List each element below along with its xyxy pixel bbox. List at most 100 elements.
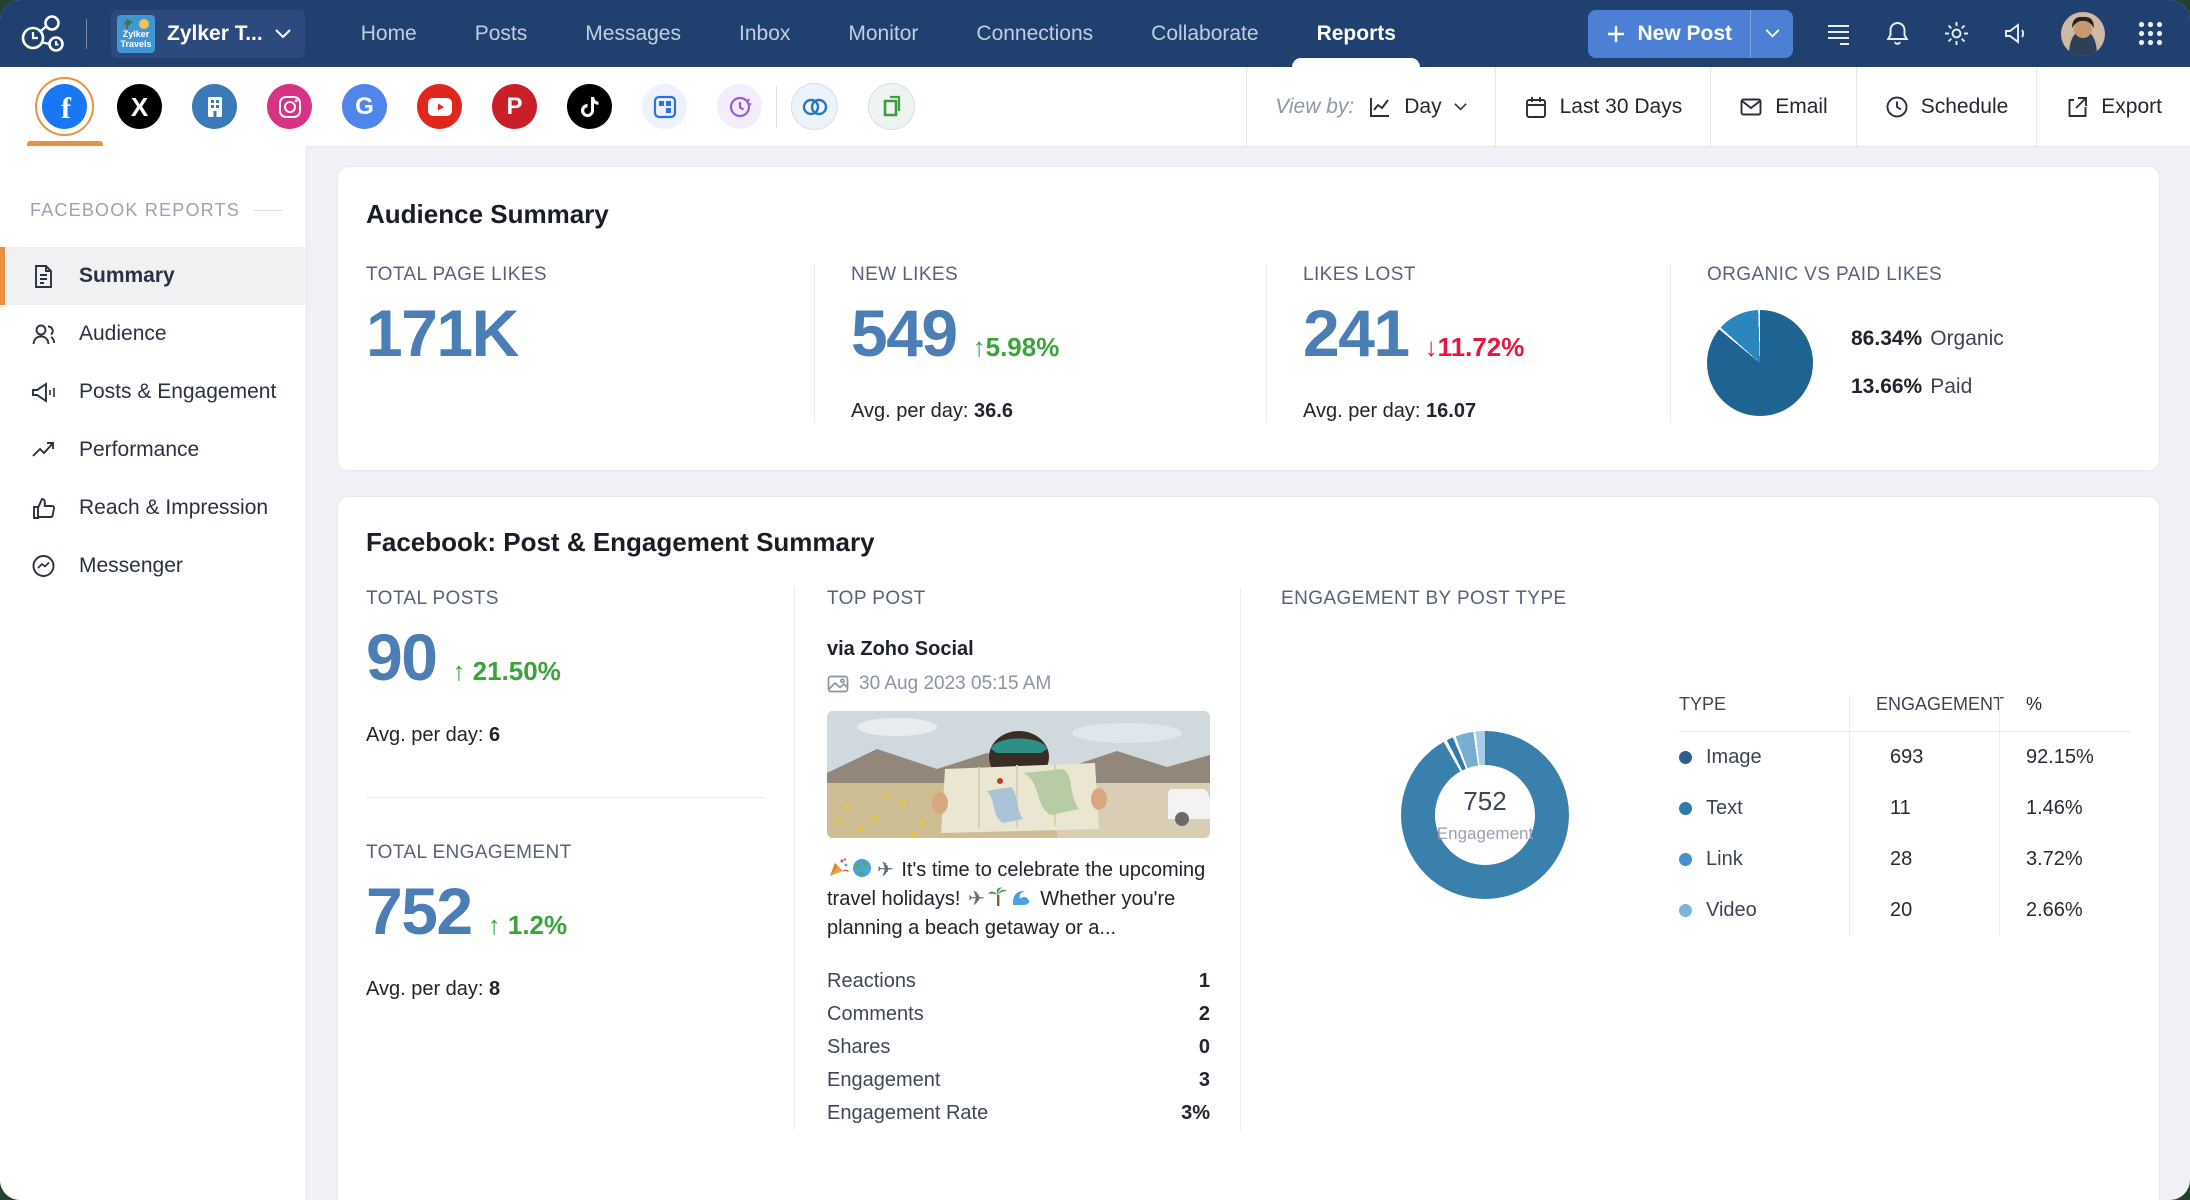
nav-item-monitor[interactable]: Monitor [848, 0, 918, 67]
nav-item-reports[interactable]: Reports [1317, 0, 1396, 67]
sidebar-item-label: Performance [79, 438, 199, 462]
channel-x-twitter-icon[interactable]: X [117, 84, 162, 129]
card-title: Audience Summary [366, 199, 2131, 230]
avg-value: 16.07 [1426, 400, 1476, 422]
sidebar-item-summary[interactable]: Summary [0, 247, 306, 305]
export-button[interactable]: Export [2036, 67, 2190, 146]
metric-average: Avg. per day: 6 [366, 724, 764, 747]
metric-label: TOTAL PAGE LIKES [366, 264, 814, 286]
channel-youtube-icon[interactable] [417, 84, 462, 129]
channel-google-business-icon[interactable]: G [342, 84, 387, 129]
settings-gear-icon[interactable] [1943, 20, 1970, 47]
nav-item-collaborate[interactable]: Collaborate [1151, 0, 1258, 67]
new-post-label: New Post [1637, 22, 1732, 46]
audience-metrics-row: TOTAL PAGE LIKES 171K NEW LIKES 549 ↑5.9… [366, 264, 2131, 423]
channel-facebook-icon[interactable]: f [42, 84, 87, 129]
nav-item-messages[interactable]: Messages [585, 0, 681, 67]
legend-organic: 86.34%Organic [1851, 327, 2004, 351]
zoho-desk-icon[interactable] [868, 83, 915, 130]
new-post-dropdown-button[interactable] [1750, 10, 1793, 58]
col-header-pct: % [1999, 694, 2131, 732]
metric-delta-value: 21.50% [473, 656, 561, 686]
top-post-column: TOP POST via Zoho Social 30 Aug 2023 05:… [794, 588, 1240, 1130]
metric-delta-up: ↑ 21.50% [452, 656, 560, 687]
chevron-down-icon [1454, 103, 1467, 111]
nav-item-posts[interactable]: Posts [475, 0, 528, 67]
feed-list-icon[interactable] [1825, 20, 1852, 47]
zoho-crm-icon[interactable] [791, 83, 838, 130]
top-post-date-row: 30 Aug 2023 05:15 AM [827, 673, 1210, 695]
metric-new-likes: NEW LIKES 549 ↑5.98% Avg. per day: 36.6 [814, 264, 1266, 423]
brand-selector[interactable]: ZylkerTravels Zylker T... [111, 10, 305, 58]
organic-label: Organic [1930, 327, 2004, 350]
metric-delta-up: ↑ 1.2% [488, 910, 568, 941]
zoho-social-logo-icon[interactable] [20, 14, 66, 54]
brand-logo: ZylkerTravels [117, 15, 155, 53]
metric-total-engagement: TOTAL ENGAGEMENT 752 ↑ 1.2% Avg. per day… [366, 842, 764, 1001]
report-content: Audience Summary TOTAL PAGE LIKES 171K N… [306, 146, 2190, 1200]
report-controls: View by: Day Last 30 Days Email Schedule… [1246, 67, 2190, 146]
announcement-megaphone-icon[interactable] [2002, 20, 2029, 47]
top-post-label: TOP POST [827, 588, 1210, 610]
chevron-down-icon [1765, 29, 1780, 38]
totals-divider [366, 797, 764, 798]
metric-delta-value: 1.2% [508, 910, 567, 940]
stat-value: 2 [1199, 1003, 1210, 1026]
brand-name: Zylker T... [167, 22, 263, 46]
primary-nav: Home Posts Messages Inbox Monitor Connec… [361, 0, 1396, 67]
apps-grid-icon[interactable] [2137, 20, 2164, 47]
sidebar-section-label: FACEBOOK REPORTS [30, 200, 240, 221]
schedule-button[interactable]: Schedule [1856, 67, 2037, 146]
audience-summary-card: Audience Summary TOTAL PAGE LIKES 171K N… [337, 166, 2160, 471]
stat-value: 0 [1199, 1036, 1210, 1059]
sidebar-item-posts-engagement[interactable]: Posts & Engagement [0, 363, 306, 421]
row-image-pct: 92.15% [1999, 732, 2131, 783]
channel-instagram-icon[interactable] [267, 84, 312, 129]
sidebar-item-messenger[interactable]: Messenger [0, 537, 306, 595]
paid-pct: 13.66% [1851, 375, 1922, 398]
channel-linkedin-page-icon[interactable] [192, 84, 237, 129]
channel-pinterest-icon[interactable]: P [492, 84, 537, 129]
channel-app-grid-icon[interactable] [642, 84, 687, 129]
stat-label: Comments [827, 1003, 924, 1026]
metric-delta-value: 5.98% [986, 332, 1060, 362]
user-avatar[interactable] [2061, 12, 2105, 56]
stat-value: 3 [1199, 1069, 1210, 1092]
chevron-down-icon [275, 29, 291, 39]
top-post-stats: Reactions1 Comments2 Shares0 Engagement3… [827, 965, 1210, 1130]
arrow-up-icon: ↑ [973, 332, 986, 362]
notifications-bell-icon[interactable] [1884, 20, 1911, 47]
metric-total-page-likes: TOTAL PAGE LIKES 171K [366, 264, 814, 423]
envelope-icon [1739, 95, 1763, 119]
metric-value: 171K [366, 300, 518, 366]
email-button[interactable]: Email [1710, 67, 1856, 146]
donut-total: 752 [1463, 786, 1506, 817]
new-post-button[interactable]: New Post [1588, 10, 1750, 58]
view-by-control[interactable]: View by: Day [1246, 67, 1494, 146]
channel-timer-icon[interactable] [717, 84, 762, 129]
metric-average: Avg. per day: 36.6 [851, 400, 1266, 423]
sidebar-item-label: Messenger [79, 554, 183, 578]
top-post-via: via Zoho Social [827, 638, 1210, 661]
date-range-label: Last 30 Days [1560, 95, 1683, 119]
sidebar-item-label: Summary [79, 264, 175, 288]
metric-value: 90 [366, 624, 436, 690]
engagement-by-type-column: ENGAGEMENT BY POST TYPE 752 Engagement T… [1240, 588, 2131, 1130]
schedule-label: Schedule [1921, 95, 2009, 119]
nav-item-connections[interactable]: Connections [976, 0, 1093, 67]
airplane-icon: ✈ [968, 888, 985, 910]
metric-delta-value: 11.72% [1438, 332, 1525, 362]
sidebar-item-label: Reach & Impression [79, 496, 268, 520]
avg-label: Avg. per day: [851, 400, 968, 422]
sidebar-item-audience[interactable]: Audience [0, 305, 306, 363]
metric-value: 752 [366, 878, 472, 944]
date-range-button[interactable]: Last 30 Days [1495, 67, 1711, 146]
email-label: Email [1775, 95, 1828, 119]
channel-tiktok-icon[interactable] [567, 84, 612, 129]
stat-label: Engagement [827, 1069, 940, 1092]
sidebar-item-performance[interactable]: Performance [0, 421, 306, 479]
nav-item-inbox[interactable]: Inbox [739, 0, 790, 67]
nav-item-home[interactable]: Home [361, 0, 417, 67]
sidebar-item-reach-impression[interactable]: Reach & Impression [0, 479, 306, 537]
nav-item-reports-label: Reports [1317, 22, 1396, 46]
